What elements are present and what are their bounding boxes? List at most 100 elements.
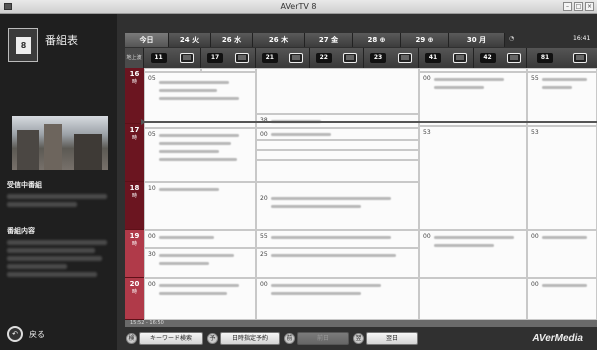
channel-number: 81 <box>537 53 553 63</box>
tab-day[interactable]: 24 火 <box>169 33 211 47</box>
keyword-search-button[interactable]: キーワード検索 <box>139 332 203 345</box>
prev-day-icon: 前 <box>284 333 295 344</box>
program-start-minute: 53 <box>423 129 431 136</box>
prev-day-button[interactable]: 前日 <box>297 332 349 345</box>
program-cell[interactable]: 53 <box>527 126 597 230</box>
tv-icon <box>235 53 249 63</box>
hour-cell: 20 時 <box>125 278 144 320</box>
program-cell[interactable]: 00 <box>527 278 597 320</box>
program-start-minute: 55 <box>260 233 268 240</box>
program-cell[interactable]: 25 <box>256 248 419 278</box>
program-cell[interactable]: 05 <box>144 128 256 182</box>
minimize-button[interactable]: – <box>563 2 572 11</box>
window-controls: – □ × <box>563 2 594 11</box>
program-cell[interactable]: 20 <box>256 182 419 230</box>
program-cell[interactable]: 10 <box>144 182 256 230</box>
channel-header[interactable]: 21 <box>256 48 310 68</box>
program-cell[interactable]: 55 <box>256 230 419 248</box>
tab-today[interactable]: 今日 <box>125 33 169 47</box>
program-start-minute: 55 <box>531 75 539 82</box>
channel-header[interactable]: 11 <box>144 48 201 68</box>
channel-number: 41 <box>425 53 441 63</box>
program-cell[interactable]: 00 <box>144 278 256 320</box>
channel-header[interactable]: 17 <box>201 48 256 68</box>
date-reserve-icon: 予 <box>207 333 218 344</box>
channel-header[interactable]: 23 <box>364 48 419 68</box>
hour-cell: 19 時 <box>125 230 144 278</box>
tab-day[interactable]: 30 月 <box>449 33 505 47</box>
program-cell[interactable]: 00 <box>527 230 597 278</box>
channel-row: 地上波 11 17 21 22 23 41 42 81 <box>125 48 597 68</box>
program-cell[interactable] <box>256 160 419 182</box>
tv-icon <box>398 53 412 63</box>
program-cell[interactable]: 00 <box>419 72 527 126</box>
program-start-minute: 00 <box>260 131 268 138</box>
program-cell[interactable]: 05 <box>144 72 256 122</box>
broadcast-type-label: 地上波 <box>125 48 144 68</box>
date-reservation-button[interactable]: 日時指定予約 <box>220 332 280 345</box>
tab-day[interactable]: 28 ⊕ <box>353 33 401 47</box>
bottom-toolbar: 検 キーワード検索 予 日時指定予約 前 前日 翌 翌日 AVerMedia <box>117 327 597 350</box>
program-start-minute: 05 <box>148 131 156 138</box>
back-arrow-icon: ↶ <box>7 326 23 342</box>
program-cell[interactable]: 55 <box>527 72 597 126</box>
tab-day[interactable]: 29 ⊕ <box>401 33 449 47</box>
channel-header[interactable]: 41 <box>419 48 474 68</box>
close-button[interactable]: × <box>585 2 594 11</box>
live-preview-thumbnail[interactable] <box>12 116 108 170</box>
program-start-minute: 00 <box>423 75 431 82</box>
program-details-label: 番組内容 <box>7 227 35 235</box>
tab-day[interactable]: 26 木 <box>253 33 305 47</box>
program-cell[interactable]: 30 <box>144 248 256 278</box>
title-bar: AVerTV 8 – □ × <box>0 0 597 14</box>
next-day-button[interactable]: 翌日 <box>366 332 418 345</box>
program-cell[interactable] <box>256 140 419 150</box>
time-column: 16 時 17 時 18 時 19 時 20 時 <box>125 68 144 320</box>
channel-header[interactable]: 22 <box>310 48 364 68</box>
program-start-minute: 10 <box>148 185 156 192</box>
program-details-text <box>7 240 107 245</box>
program-cell[interactable]: 53 <box>419 126 527 230</box>
date-tabs: 今日 24 火 26 水 26 木 27 金 28 ⊕ 29 ⊕ 30 月 <box>125 33 597 47</box>
keyword-search-icon: 検 <box>126 333 137 344</box>
program-start-minute: 00 <box>148 233 156 240</box>
maximize-button[interactable]: □ <box>574 2 583 11</box>
tab-day[interactable]: 27 金 <box>305 33 353 47</box>
tv-icon <box>289 53 304 63</box>
program-details-text <box>7 272 97 277</box>
program-start-minute: 00 <box>148 281 156 288</box>
program-details-text <box>7 264 67 269</box>
program-start-minute: 25 <box>260 251 268 258</box>
epg-main: ◔ 16:41 今日 24 火 26 水 26 木 27 金 28 ⊕ 29 ⊕… <box>117 14 597 350</box>
program-cell[interactable]: 00 <box>144 230 256 248</box>
tv-icon <box>573 53 587 63</box>
channel-number: 11 <box>150 53 167 63</box>
receiving-program-info <box>7 202 77 207</box>
program-start-minute: 20 <box>260 195 268 202</box>
program-cell[interactable] <box>256 68 419 114</box>
window-title: AVerTV 8 <box>280 2 317 11</box>
program-start-minute: 05 <box>148 75 156 82</box>
program-cell[interactable]: 00 <box>256 278 419 320</box>
program-details-text <box>7 248 95 253</box>
program-start-minute: 00 <box>260 281 268 288</box>
program-cell[interactable] <box>419 278 527 320</box>
program-start-minute: 00 <box>531 281 539 288</box>
channel-number: 42 <box>479 53 496 63</box>
channel-number: 23 <box>370 53 386 63</box>
tab-day[interactable]: 26 水 <box>211 33 253 47</box>
sidebar: 8 番組表 受信中番組 番組内容 ↶ 戻る <box>0 14 117 350</box>
program-start-minute: 00 <box>423 233 431 240</box>
channel-header[interactable]: 81 <box>527 48 597 68</box>
channel-header[interactable]: 42 <box>474 48 527 68</box>
brand-logo: AVerMedia <box>532 333 583 344</box>
back-button[interactable]: ↶ 戻る <box>7 326 45 342</box>
program-cell[interactable]: 00 <box>256 128 419 140</box>
tv-icon <box>453 53 467 63</box>
tv-icon <box>343 53 358 63</box>
program-start-minute: 00 <box>531 233 539 240</box>
page-title: 番組表 <box>45 34 78 47</box>
program-cell[interactable] <box>256 150 419 160</box>
program-cell[interactable]: 00 <box>419 230 527 278</box>
hour-cell: 18 時 <box>125 182 144 230</box>
